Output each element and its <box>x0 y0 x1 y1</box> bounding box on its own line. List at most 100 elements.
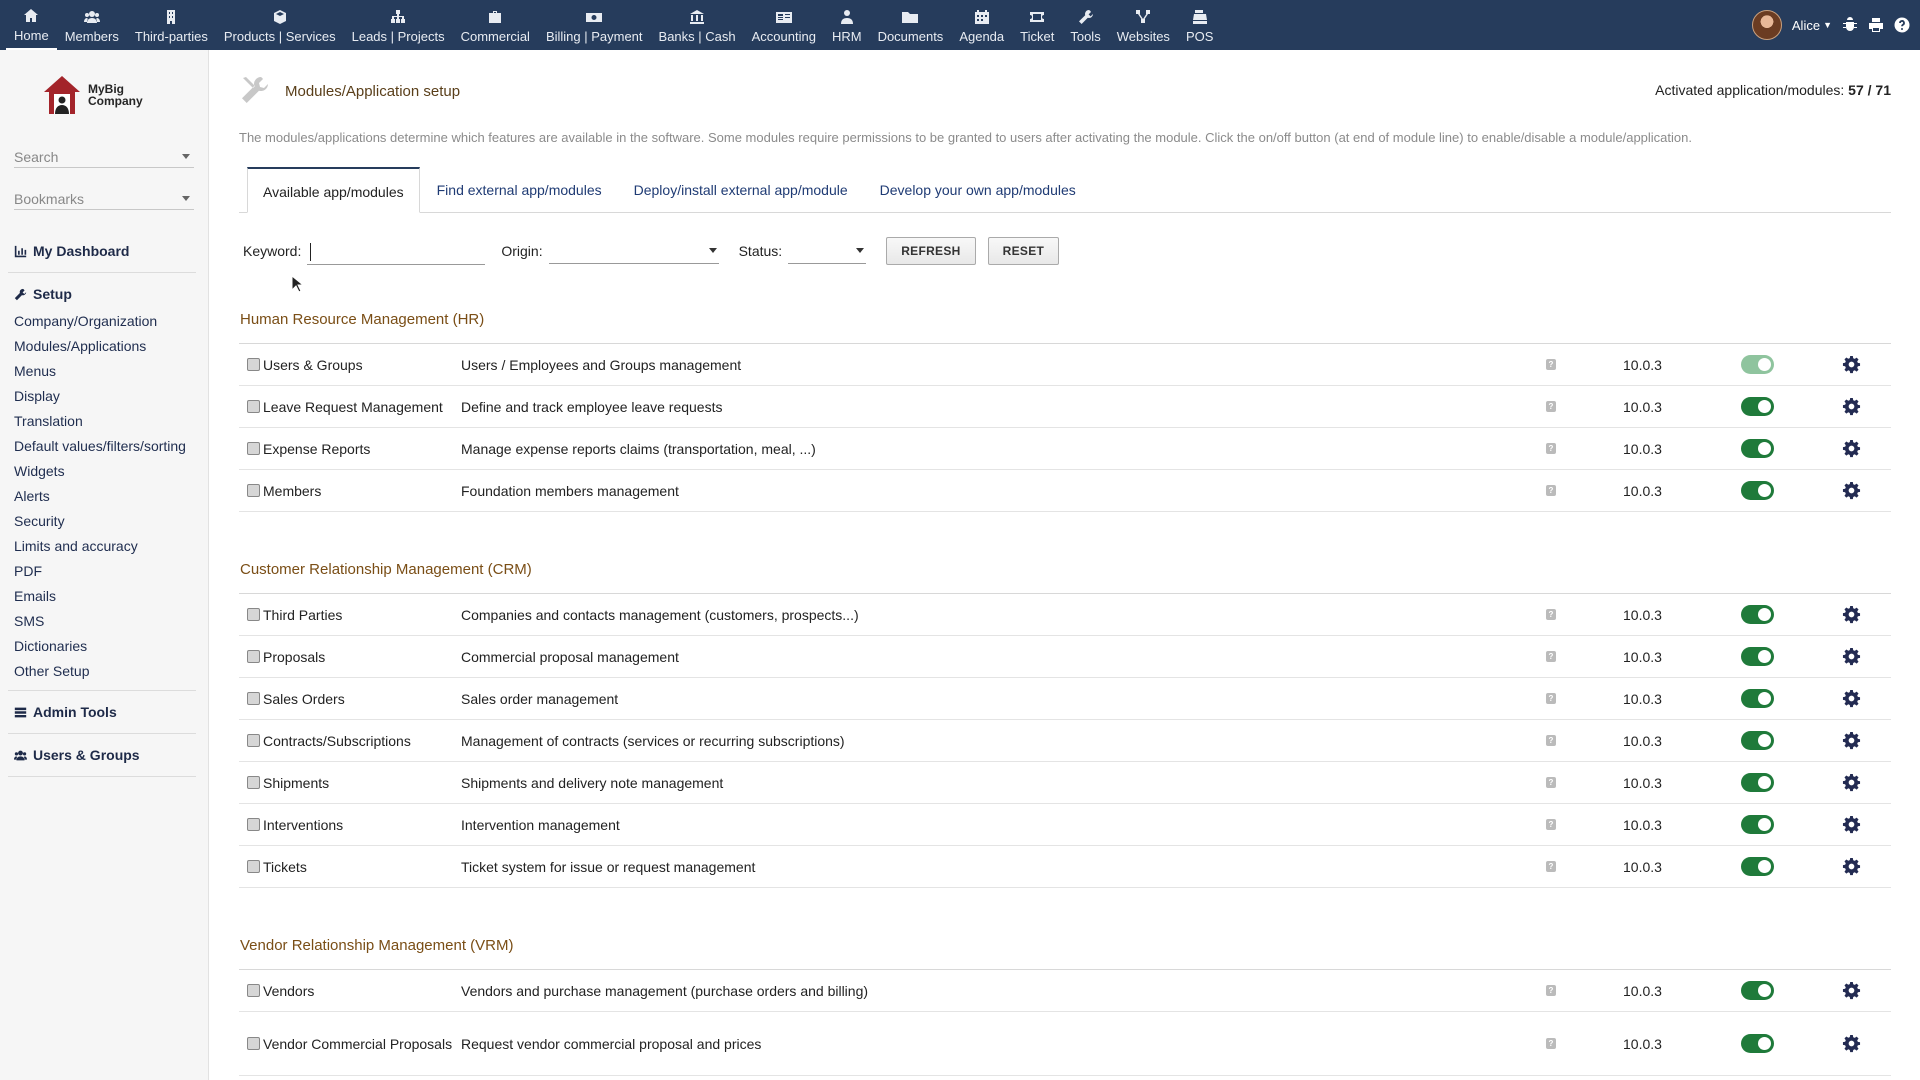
help-icon[interactable]: ? <box>1546 985 1556 996</box>
topnav-agenda[interactable]: Agenda <box>951 0 1012 50</box>
gear-icon[interactable] <box>1842 773 1861 792</box>
menu-users-groups[interactable]: Users & Groups <box>0 740 200 770</box>
status-select[interactable] <box>788 238 867 264</box>
module-row-contracts: Contracts/Subscriptions Management of co… <box>239 720 1891 762</box>
help-icon[interactable]: ? <box>1546 693 1556 704</box>
help-icon[interactable]: ? <box>1546 401 1556 412</box>
module-toggle[interactable] <box>1741 439 1774 458</box>
module-name: Shipments <box>263 774 330 791</box>
menu-modules-applications[interactable]: Modules/Applications <box>0 334 200 359</box>
module-desc: Manage expense reports claims (transport… <box>461 440 816 457</box>
reset-button[interactable]: RESET <box>987 237 1060 265</box>
topnav-members[interactable]: Members <box>57 0 127 50</box>
topnav-commercial[interactable]: Commercial <box>453 0 538 50</box>
activated-count-label: Activated application/modules: <box>1655 82 1849 98</box>
module-toggle[interactable] <box>1741 647 1774 666</box>
gear-icon[interactable] <box>1842 689 1861 708</box>
topnav-home[interactable]: Home <box>6 0 57 50</box>
help-icon[interactable]: ? <box>1546 609 1556 620</box>
topnav-documents[interactable]: Documents <box>870 0 952 50</box>
search-select[interactable]: Search <box>14 146 194 168</box>
help-icon[interactable]: ? <box>1546 735 1556 746</box>
gear-icon[interactable] <box>1842 731 1861 750</box>
menu-menus[interactable]: Menus <box>0 359 200 384</box>
tab-deploy-external[interactable]: Deploy/install external app/module <box>619 167 863 212</box>
print-icon[interactable] <box>1868 17 1884 33</box>
gear-icon[interactable] <box>1842 981 1861 1000</box>
menu-setup[interactable]: Setup <box>0 279 200 309</box>
menu-company-organization[interactable]: Company/Organization <box>0 309 200 334</box>
gear-icon[interactable] <box>1842 815 1861 834</box>
help-icon[interactable]: ? <box>1546 1038 1556 1049</box>
refresh-button[interactable]: REFRESH <box>886 237 976 265</box>
topnav-tools[interactable]: Tools <box>1062 0 1108 50</box>
menu-other-setup[interactable]: Other Setup <box>0 659 200 684</box>
menu-security[interactable]: Security <box>0 509 200 534</box>
module-table-vrm: Vendors Vendors and purchase management … <box>239 969 1891 1076</box>
tab-find-external[interactable]: Find external app/modules <box>422 167 617 212</box>
menu-pdf[interactable]: PDF <box>0 559 200 584</box>
menu-display[interactable]: Display <box>0 384 200 409</box>
menu-widgets[interactable]: Widgets <box>0 459 200 484</box>
bookmarks-select[interactable]: Bookmarks <box>14 188 194 210</box>
help-icon[interactable]: ? <box>1546 861 1556 872</box>
module-toggle[interactable] <box>1741 731 1774 750</box>
tab-develop-own[interactable]: Develop your own app/modules <box>865 167 1091 212</box>
gear-icon[interactable] <box>1842 397 1861 416</box>
tab-available-modules[interactable]: Available app/modules <box>247 167 420 213</box>
gear-icon[interactable] <box>1842 605 1861 624</box>
module-toggle[interactable] <box>1741 773 1774 792</box>
help-icon[interactable]: ? <box>1546 359 1556 370</box>
menu-alerts[interactable]: Alerts <box>0 484 200 509</box>
topnav-pos[interactable]: POS <box>1178 0 1221 50</box>
help-icon[interactable]: ? <box>1546 443 1556 454</box>
module-toggle[interactable] <box>1741 689 1774 708</box>
module-toggle[interactable] <box>1741 857 1774 876</box>
topnav-products-services[interactable]: Products | Services <box>216 0 344 50</box>
help-icon[interactable]: ? <box>1546 819 1556 830</box>
menu-sms[interactable]: SMS <box>0 609 200 634</box>
gear-icon[interactable] <box>1842 857 1861 876</box>
module-toggle[interactable] <box>1741 981 1774 1000</box>
menu-my-dashboard[interactable]: My Dashboard <box>0 236 200 266</box>
help-icon[interactable]: ? <box>1546 651 1556 662</box>
module-toggle[interactable] <box>1741 481 1774 500</box>
gear-icon[interactable] <box>1842 1034 1861 1053</box>
avatar[interactable] <box>1751 10 1782 40</box>
topnav-leads-projects[interactable]: Leads | Projects <box>344 0 453 50</box>
module-version: 10.0.3 <box>1623 398 1662 415</box>
menu-default-values[interactable]: Default values/filters/sorting <box>0 434 200 459</box>
menu-dictionaries[interactable]: Dictionaries <box>0 634 200 659</box>
topnav-websites[interactable]: Websites <box>1109 0 1178 50</box>
section-title-crm: Customer Relationship Management (CRM) <box>240 561 532 578</box>
menu-emails[interactable]: Emails <box>0 584 200 609</box>
keyword-input[interactable] <box>307 237 486 265</box>
module-row-proposals: Proposals Commercial proposal management… <box>239 636 1891 678</box>
module-version: 10.0.3 <box>1623 356 1662 373</box>
topnav-ticket[interactable]: Ticket <box>1012 0 1062 50</box>
bug-icon[interactable] <box>1842 17 1858 33</box>
module-toggle[interactable] <box>1741 815 1774 834</box>
gear-icon[interactable] <box>1842 647 1861 666</box>
module-toggle[interactable] <box>1741 355 1774 374</box>
gear-icon[interactable] <box>1842 481 1861 500</box>
menu-translation[interactable]: Translation <box>0 409 200 434</box>
help-icon[interactable]: ? <box>1546 777 1556 788</box>
topnav-billing-payment[interactable]: Billing | Payment <box>538 0 651 50</box>
menu-admin-tools[interactable]: Admin Tools <box>0 697 200 727</box>
topnav-accounting[interactable]: Accounting <box>744 0 824 50</box>
topnav-hrm[interactable]: HRM <box>824 0 870 50</box>
gear-icon[interactable] <box>1842 355 1861 374</box>
help-icon[interactable]: ? <box>1546 485 1556 496</box>
module-toggle[interactable] <box>1741 397 1774 416</box>
gear-icon[interactable] <box>1842 439 1861 458</box>
company-logo[interactable]: MyBig Company <box>42 74 143 116</box>
help-icon[interactable] <box>1894 17 1910 33</box>
topnav-third-parties[interactable]: Third-parties <box>127 0 216 50</box>
origin-select[interactable] <box>548 238 719 264</box>
module-toggle[interactable] <box>1741 605 1774 624</box>
module-toggle[interactable] <box>1741 1034 1774 1053</box>
menu-limits-accuracy[interactable]: Limits and accuracy <box>0 534 200 559</box>
user-menu[interactable]: Alice ▼ <box>1792 18 1832 33</box>
topnav-banks-cash[interactable]: Banks | Cash <box>651 0 744 50</box>
